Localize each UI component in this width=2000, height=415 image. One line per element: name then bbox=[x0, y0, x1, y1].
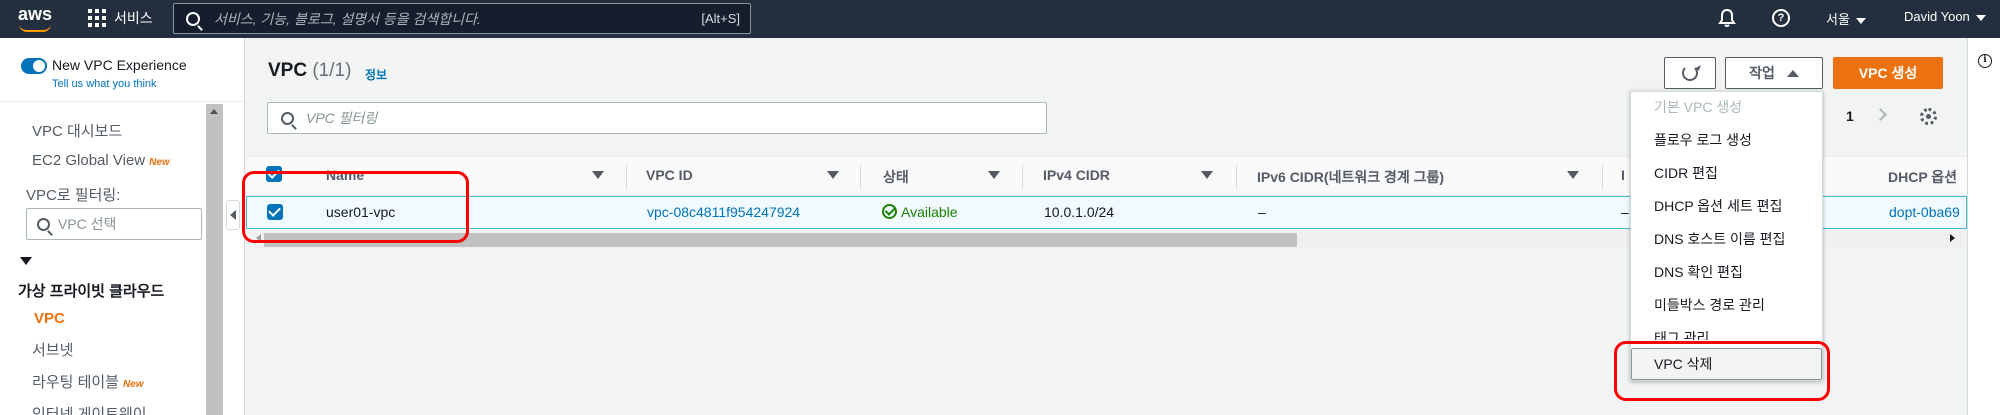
column-header-partial[interactable]: I bbox=[1621, 167, 1625, 183]
column-divider[interactable] bbox=[1236, 165, 1237, 189]
global-search-input[interactable]: 서비스, 기능, 블로그, 설명서 등을 검색합니다. [Alt+S] bbox=[173, 3, 751, 34]
refresh-button[interactable] bbox=[1664, 57, 1716, 89]
cell-partial: – bbox=[1621, 204, 1629, 220]
search-placeholder: 서비스, 기능, 블로그, 설명서 등을 검색합니다. bbox=[214, 10, 481, 27]
divider bbox=[0, 101, 244, 102]
user-name: David Yoon bbox=[1904, 9, 1970, 24]
column-header-vpc-id[interactable]: VPC ID bbox=[646, 167, 693, 183]
new-vpc-experience-label: New VPC Experience bbox=[52, 57, 187, 73]
sort-icon[interactable] bbox=[592, 171, 604, 179]
cell-ipv6-cidr: – bbox=[1258, 204, 1266, 220]
vpc-filter-input[interactable]: VPC 필터링 bbox=[267, 102, 1047, 134]
top-navigation-bar: aws 서비스 서비스, 기능, 블로그, 설명서 등을 검색합니다. [Alt… bbox=[0, 0, 2000, 38]
column-divider[interactable] bbox=[1602, 165, 1603, 189]
chevron-down-icon bbox=[1975, 14, 1986, 21]
sidebar-item-subnets[interactable]: 서브넷 bbox=[32, 339, 73, 360]
cell-state: Available bbox=[882, 204, 958, 220]
sort-icon[interactable] bbox=[1201, 171, 1213, 179]
sort-icon[interactable] bbox=[988, 171, 1000, 179]
services-menu-button[interactable]: 서비스 bbox=[88, 8, 153, 28]
aws-logo-text: aws bbox=[18, 4, 53, 24]
gear-icon[interactable] bbox=[1920, 108, 1937, 125]
bell-icon[interactable] bbox=[1718, 8, 1736, 28]
highlight-box-delete-vpc bbox=[1614, 341, 1830, 401]
sidebar-item-label: 인터넷 게이트웨이 bbox=[32, 406, 147, 415]
menu-item-manage-middlebox-routes[interactable]: 미들박스 경로 관리 bbox=[1654, 295, 1765, 315]
actions-button[interactable]: 작업 bbox=[1725, 57, 1823, 89]
region-label: 서울 bbox=[1826, 12, 1850, 27]
menu-item-edit-cidrs[interactable]: CIDR 편집 bbox=[1654, 163, 1718, 183]
menu-item-edit-dhcp-options[interactable]: DHCP 옵션 세트 편집 bbox=[1654, 196, 1782, 216]
menu-item-edit-dns-resolution[interactable]: DNS 확인 편집 bbox=[1654, 262, 1743, 282]
info-icon[interactable]: i bbox=[1978, 54, 1992, 68]
sidebar-item-label: VPC 대시보드 bbox=[32, 123, 123, 140]
actions-label: 작업 bbox=[1749, 65, 1775, 81]
feedback-link[interactable]: Tell us what you think bbox=[52, 78, 157, 90]
new-badge: New bbox=[149, 157, 170, 168]
column-divider[interactable] bbox=[626, 165, 627, 189]
page-title-text: VPC bbox=[268, 60, 308, 81]
search-icon bbox=[37, 217, 50, 231]
sidebar-item-label: 서브넷 bbox=[32, 342, 74, 359]
sidebar: New VPC Experience Tell us what you thin… bbox=[0, 38, 245, 415]
column-header-ipv6-cidr[interactable]: IPv6 CIDR(네트워크 경계 그룹) bbox=[1257, 167, 1444, 187]
cell-ipv4-cidr: 10.0.1.0/24 bbox=[1044, 204, 1115, 220]
column-divider[interactable] bbox=[1022, 165, 1023, 189]
sidebar-item-vpc[interactable]: VPC bbox=[34, 310, 65, 327]
info-panel-rail: i bbox=[1967, 38, 2000, 415]
search-icon bbox=[186, 11, 200, 26]
column-divider[interactable] bbox=[860, 165, 861, 189]
info-link[interactable]: 정보 bbox=[365, 66, 387, 83]
vpc-select-placeholder: VPC 선택 bbox=[58, 216, 117, 232]
scroll-right-arrow-icon[interactable] bbox=[1950, 234, 1955, 242]
actions-dropdown-menu: 기본 VPC 생성 플로우 로그 생성 CIDR 편집 DHCP 옵션 세트 편… bbox=[1630, 91, 1823, 381]
menu-item-create-default-vpc: 기본 VPC 생성 bbox=[1654, 99, 1743, 115]
cell-vpc-id-link[interactable]: vpc-08c4811f954247924 bbox=[647, 204, 800, 220]
sidebar-item-internet-gateways[interactable]: 인터넷 게이트웨이 bbox=[32, 403, 147, 415]
caret-up-icon bbox=[1786, 69, 1799, 77]
services-label: 서비스 bbox=[114, 10, 153, 26]
account-menu[interactable]: David Yoon bbox=[1904, 9, 1986, 24]
create-vpc-button[interactable]: VPC 생성 bbox=[1833, 57, 1943, 89]
menu-item-edit-dns-hostnames[interactable]: DNS 호스트 이름 편집 bbox=[1654, 229, 1785, 249]
scroll-up-arrow-icon[interactable] bbox=[210, 109, 218, 114]
cell-dhcp-options-link[interactable]: dopt-0ba69 bbox=[1889, 204, 1960, 220]
sort-icon[interactable] bbox=[1567, 171, 1579, 179]
sidebar-item-vpc-dashboard[interactable]: VPC 대시보드 bbox=[32, 120, 122, 141]
page-number[interactable]: 1 bbox=[1846, 108, 1854, 124]
search-icon bbox=[281, 111, 294, 125]
sidebar-scrollbar[interactable] bbox=[206, 104, 223, 415]
chevron-down-icon bbox=[1855, 17, 1866, 24]
sidebar-item-route-tables[interactable]: 라우팅 테이블 New bbox=[32, 371, 144, 392]
vpc-select-input[interactable]: VPC 선택 bbox=[26, 208, 202, 240]
new-vpc-experience-toggle[interactable] bbox=[21, 58, 47, 74]
filter-placeholder: VPC 필터링 bbox=[306, 110, 378, 126]
menu-item-manage-tags[interactable]: 태그 관리 bbox=[1654, 328, 1709, 340]
help-icon[interactable]: ? bbox=[1772, 9, 1790, 27]
column-header-state[interactable]: 상태 bbox=[883, 167, 909, 187]
search-hotkey: [Alt+S] bbox=[701, 11, 740, 26]
sidebar-item-label: 라우팅 테이블 bbox=[32, 374, 119, 391]
aws-smile-icon bbox=[19, 24, 51, 32]
highlight-box-selected-row bbox=[242, 171, 469, 243]
vpc-filter-label: VPC로 필터링: bbox=[26, 187, 121, 204]
sort-icon[interactable] bbox=[827, 171, 839, 179]
sidebar-item-ec2-global-view[interactable]: EC2 Global View New bbox=[32, 152, 170, 169]
menu-item-create-flow-log[interactable]: 플로우 로그 생성 bbox=[1654, 130, 1752, 150]
new-badge: New bbox=[122, 379, 144, 390]
refresh-icon bbox=[1682, 65, 1698, 81]
sidebar-item-label: EC2 Global View bbox=[32, 152, 146, 169]
column-header-dhcp-options[interactable]: DHCP 옵션 bbox=[1888, 167, 1957, 187]
column-header-ipv4-cidr[interactable]: IPv4 CIDR bbox=[1043, 167, 1110, 183]
page-title: VPC (1/1) bbox=[268, 60, 351, 82]
status-text: Available bbox=[901, 204, 958, 220]
section-title: 가상 프라이빗 클라우드 bbox=[18, 283, 165, 300]
region-selector[interactable]: 서울 bbox=[1826, 9, 1866, 28]
selection-count: (1/1) bbox=[312, 60, 352, 81]
check-circle-icon bbox=[882, 204, 897, 219]
collapse-section-icon[interactable] bbox=[20, 257, 32, 265]
aws-logo[interactable]: aws bbox=[18, 5, 54, 33]
collapse-sidebar-button[interactable] bbox=[226, 200, 240, 230]
grid-icon bbox=[88, 9, 106, 27]
